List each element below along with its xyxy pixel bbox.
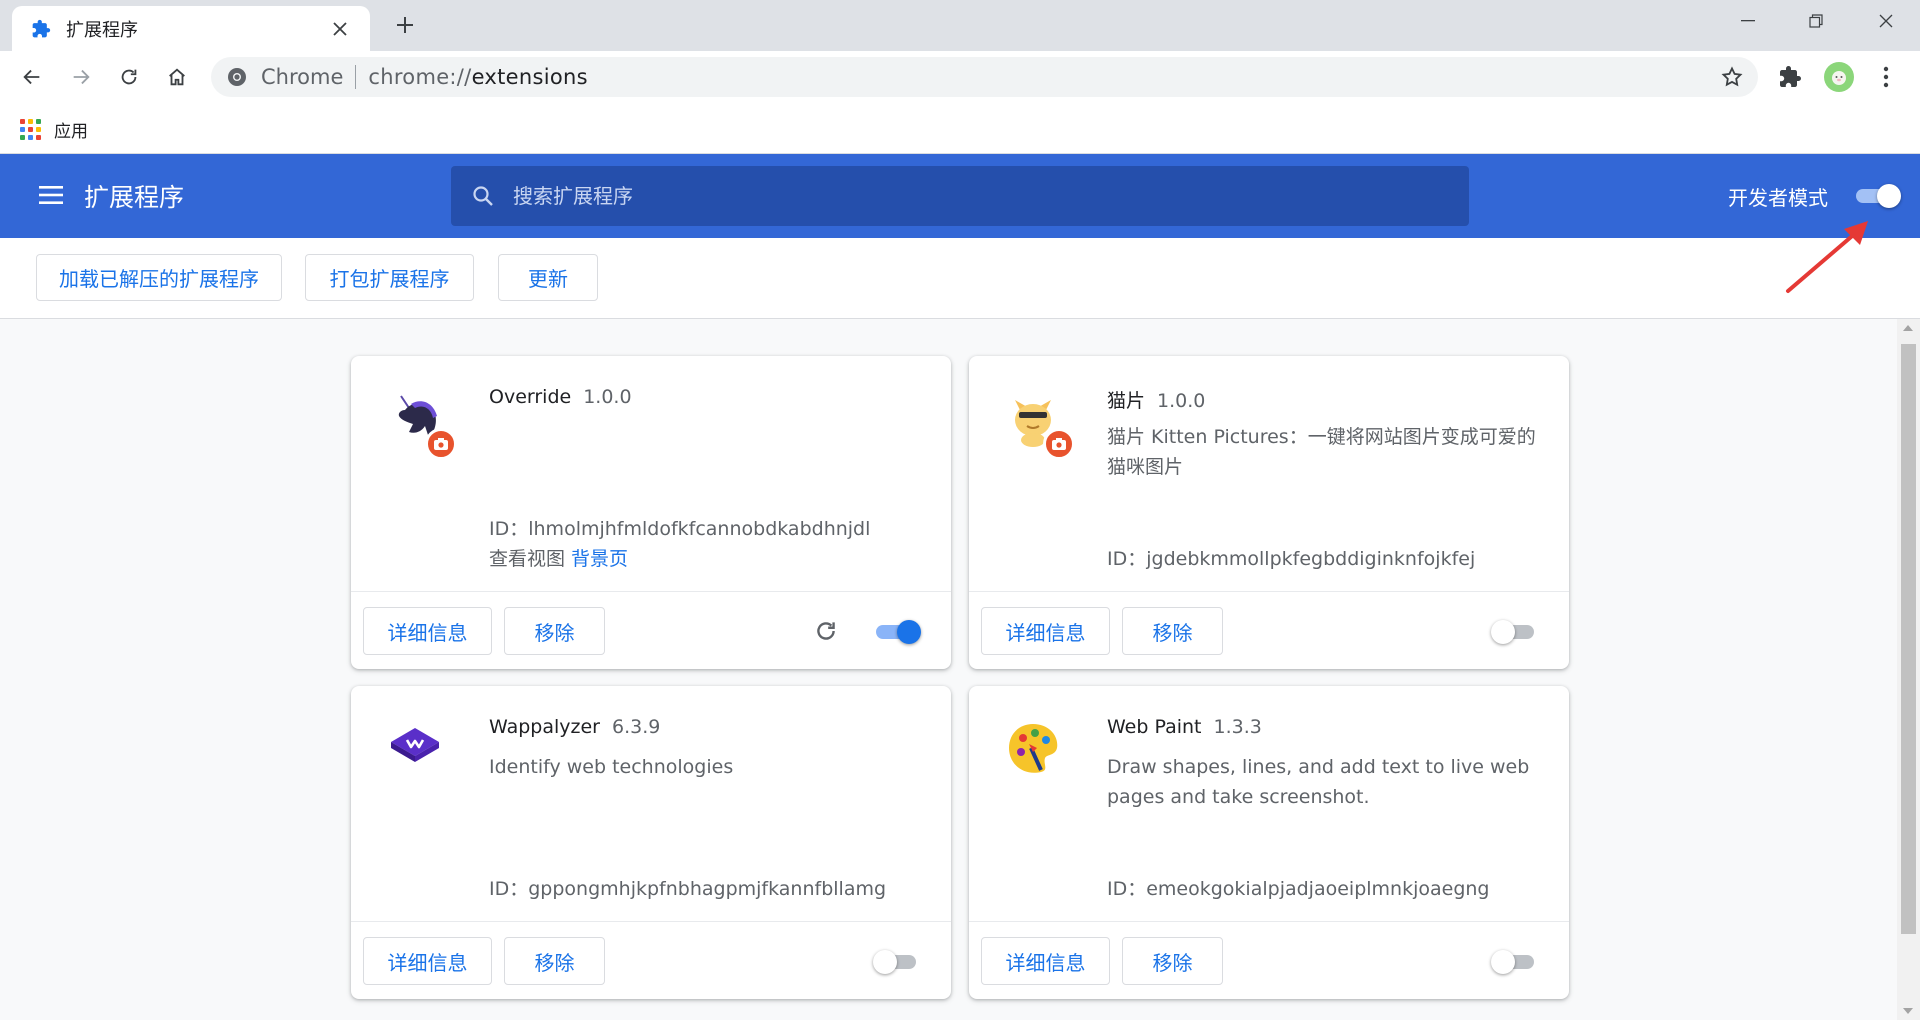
enable-toggle[interactable] bbox=[873, 620, 921, 644]
extension-description: Draw shapes, lines, and add text to live… bbox=[1107, 756, 1530, 808]
extension-name-row: 猫片 1.0.0 bbox=[1107, 386, 1205, 413]
scrollbar-thumb[interactable] bbox=[1901, 344, 1916, 934]
extension-id: jgdebkmmollpkfegbddiginknfojkfej bbox=[1146, 548, 1476, 570]
extension-name: 猫片 bbox=[1107, 390, 1146, 412]
remove-button[interactable]: 移除 bbox=[504, 937, 605, 985]
extension-description: 猫片 Kitten Pictures：一键将网站图片变成可爱的猫咪图片 bbox=[1107, 426, 1536, 478]
update-button[interactable]: 更新 bbox=[498, 254, 598, 301]
enable-toggle[interactable] bbox=[873, 950, 919, 974]
developer-mode-badge-icon bbox=[1043, 428, 1075, 460]
apps-label: 应用 bbox=[54, 122, 88, 142]
extension-version: 6.3.9 bbox=[611, 716, 661, 738]
restore-button[interactable] bbox=[1782, 0, 1850, 42]
pack-extension-button[interactable]: 打包扩展程序 bbox=[305, 254, 474, 301]
forward-button[interactable] bbox=[63, 59, 99, 95]
card-divider bbox=[351, 921, 951, 922]
tab-strip: 扩展程序 bbox=[0, 0, 1920, 51]
menu-button[interactable] bbox=[1868, 59, 1904, 95]
remove-button[interactable]: 移除 bbox=[1122, 607, 1223, 655]
bookmark-apps[interactable]: 应用 bbox=[20, 117, 88, 142]
search-icon bbox=[473, 186, 493, 206]
extension-version: 1.3.3 bbox=[1213, 716, 1262, 738]
profile-button[interactable] bbox=[1821, 59, 1857, 95]
extension-version: 1.0.0 bbox=[1157, 390, 1206, 412]
search-box[interactable] bbox=[451, 166, 1469, 226]
extension-name: Wappalyzer bbox=[489, 716, 600, 738]
bookmark-star-icon[interactable] bbox=[1720, 65, 1744, 89]
developer-mode-badge-icon bbox=[425, 428, 457, 460]
address-bar[interactable]: Chrome chrome://extensions bbox=[211, 57, 1758, 97]
annotation-arrow bbox=[1786, 221, 1868, 293]
extension-card-wappalyzer: Wappalyzer 6.3.9 Identify web technologie… bbox=[351, 686, 951, 999]
chip-separator bbox=[355, 65, 357, 89]
palette-icon bbox=[1009, 724, 1058, 773]
remove-button[interactable]: 移除 bbox=[1122, 937, 1223, 985]
extension-id: lhmolmjhfmldofkfcannobdkabdhnjdl bbox=[528, 518, 871, 540]
inspect-views: 查看视图 背景页 bbox=[489, 544, 628, 571]
details-button[interactable]: 详细信息 bbox=[981, 607, 1110, 655]
scroll-up-arrow-icon[interactable] bbox=[1903, 325, 1913, 331]
extension-id-line: ID：jgdebkmmollpkfegbddiginknfojkfej bbox=[1107, 548, 1476, 570]
search-input[interactable] bbox=[513, 184, 1413, 208]
reload-button[interactable] bbox=[111, 59, 147, 95]
card-divider bbox=[969, 921, 1569, 922]
extension-description: Identify web technologies bbox=[489, 756, 734, 778]
extension-card-kitten: 猫片 1.0.0 猫片 Kitten Pictures：一键将网站图片变成可爱的猫… bbox=[969, 356, 1569, 669]
page-title: 扩展程序 bbox=[84, 183, 185, 212]
puzzle-icon bbox=[30, 18, 52, 40]
extension-name-row: Web Paint 1.3.3 bbox=[1107, 716, 1262, 738]
back-button[interactable] bbox=[14, 59, 50, 95]
scroll-down-arrow-icon[interactable] bbox=[1903, 1008, 1913, 1014]
extensions-menu-button[interactable] bbox=[1772, 59, 1808, 95]
more-vert-icon bbox=[1883, 66, 1889, 88]
extension-name-row: Override 1.0.0 bbox=[489, 386, 632, 408]
apps-grid-icon bbox=[20, 118, 42, 141]
url-text: chrome://extensions bbox=[368, 65, 588, 89]
puzzle-icon bbox=[1780, 66, 1801, 87]
extension-id-line: ID：lhmolmjhfmldofkfcannobdkabdhnjdl bbox=[489, 518, 871, 540]
extension-id: gppongmhjkpfnbhagpmjfkannfbllamg bbox=[528, 878, 887, 900]
background-page-link[interactable]: 背景页 bbox=[571, 548, 628, 570]
tab-title: 扩展程序 bbox=[66, 19, 138, 41]
details-button[interactable]: 详细信息 bbox=[363, 937, 492, 985]
site-chip: Chrome bbox=[261, 65, 344, 89]
enable-toggle[interactable] bbox=[1491, 620, 1537, 644]
hamburger-menu-icon[interactable] bbox=[38, 182, 64, 208]
developer-toolbar: 加载已解压的扩展程序 打包扩展程序 更新 bbox=[0, 238, 1920, 319]
extension-id-line: ID：gppongmhjkpfnbhagpmjfkannfbllamg bbox=[489, 878, 887, 900]
browser-toolbar: Chrome chrome://extensions bbox=[0, 51, 1920, 103]
load-unpacked-button[interactable]: 加载已解压的扩展程序 bbox=[36, 254, 282, 301]
extension-name-row: Wappalyzer 6.3.9 bbox=[489, 716, 660, 738]
tab-extensions[interactable]: 扩展程序 bbox=[12, 6, 370, 51]
details-button[interactable]: 详细信息 bbox=[981, 937, 1110, 985]
enable-toggle[interactable] bbox=[1491, 950, 1537, 974]
card-divider bbox=[351, 591, 951, 592]
card-divider bbox=[969, 591, 1569, 592]
extension-id: emeokgokialpjadjaoeiplmnkjoaegng bbox=[1146, 878, 1490, 900]
extension-card-override: Override 1.0.0 ID：lhmolmjhfmldofkfcannobd… bbox=[351, 356, 951, 669]
new-tab-button[interactable] bbox=[390, 10, 420, 40]
bookmarks-bar: 应用 bbox=[0, 103, 1920, 154]
details-button[interactable]: 详细信息 bbox=[363, 607, 492, 655]
extensions-header: 扩展程序 开发者模式 bbox=[0, 154, 1920, 238]
reload-icon[interactable] bbox=[813, 618, 839, 644]
dev-mode-toggle[interactable] bbox=[1853, 184, 1901, 208]
extension-id-line: ID：emeokgokialpjadjaoeiplmnkjoaegng bbox=[1107, 878, 1490, 900]
extension-name: Override bbox=[489, 386, 572, 408]
remove-button[interactable]: 移除 bbox=[504, 607, 605, 655]
chrome-icon bbox=[228, 68, 246, 86]
page-scrollbar[interactable] bbox=[1897, 319, 1920, 1020]
avatar bbox=[1824, 62, 1854, 92]
window-close-button[interactable] bbox=[1852, 0, 1920, 42]
minimize-button[interactable] bbox=[1714, 0, 1782, 42]
wappalyzer-icon bbox=[391, 728, 439, 762]
home-button[interactable] bbox=[159, 59, 195, 95]
extension-name: Web Paint bbox=[1107, 716, 1202, 738]
extension-card-web-paint: Web Paint 1.3.3 Draw shapes, lines, and a… bbox=[969, 686, 1569, 999]
inspect-views-label: 查看视图 bbox=[489, 548, 566, 570]
extension-version: 1.0.0 bbox=[583, 386, 632, 408]
tab-close-icon[interactable] bbox=[328, 17, 352, 41]
dev-mode-label: 开发者模式 bbox=[1728, 186, 1828, 210]
